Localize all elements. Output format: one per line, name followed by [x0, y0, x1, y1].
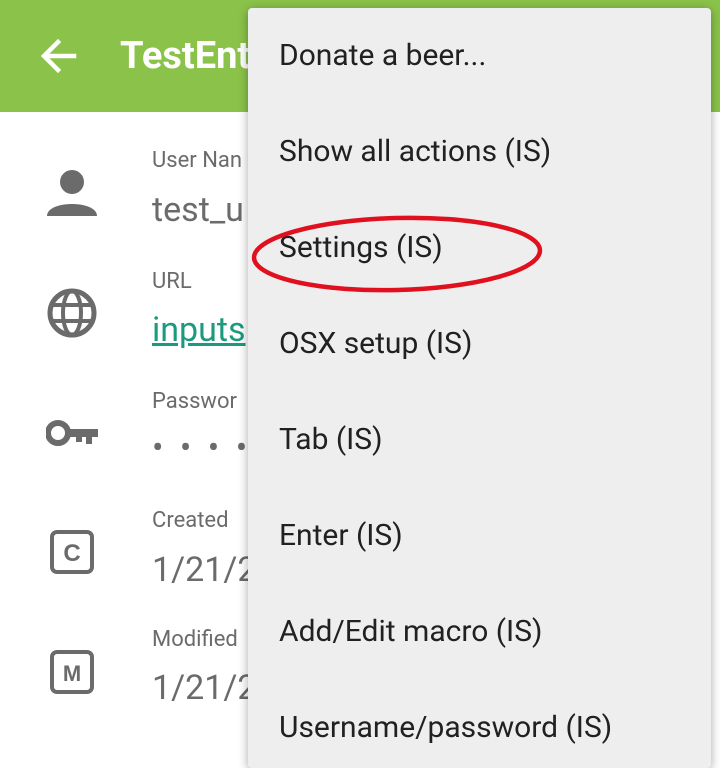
- menu-item-enter[interactable]: Enter (IS): [279, 518, 403, 553]
- url-label: URL: [152, 269, 192, 294]
- menu-item-settings[interactable]: Settings (IS): [279, 230, 443, 265]
- username-value[interactable]: test_u: [152, 190, 244, 230]
- created-c-icon: C: [50, 530, 94, 574]
- username-label: User Nan: [152, 148, 243, 173]
- globe-icon: [47, 288, 97, 338]
- created-label: Created: [152, 508, 229, 533]
- password-label: Passwor: [152, 389, 237, 414]
- modified-value: 1/21/2: [152, 668, 257, 708]
- created-value: 1/21/2: [152, 550, 257, 590]
- menu-item-show-all-actions[interactable]: Show all actions (IS): [279, 134, 551, 169]
- menu-item-tab[interactable]: Tab (IS): [279, 422, 383, 457]
- menu-item-username-password[interactable]: Username/password (IS): [279, 710, 612, 745]
- password-value[interactable]: • • • •: [152, 428, 251, 468]
- url-link[interactable]: inputs: [152, 310, 246, 350]
- menu-item-add-edit-macro[interactable]: Add/Edit macro (IS): [279, 614, 542, 649]
- svg-text:M: M: [63, 661, 81, 686]
- modified-label: Modified: [152, 627, 238, 652]
- arrow-left-icon[interactable]: [38, 36, 78, 76]
- modified-m-icon: M: [50, 650, 94, 694]
- menu-item-osx-setup[interactable]: OSX setup (IS): [279, 326, 472, 361]
- menu-item-donate[interactable]: Donate a beer...: [279, 38, 486, 73]
- person-icon: [47, 170, 97, 216]
- overflow-menu: Donate a beer... Show all actions (IS) S…: [248, 8, 711, 768]
- key-icon: [46, 420, 98, 446]
- page-title: TestEnt: [120, 34, 251, 78]
- svg-text:C: C: [63, 540, 80, 567]
